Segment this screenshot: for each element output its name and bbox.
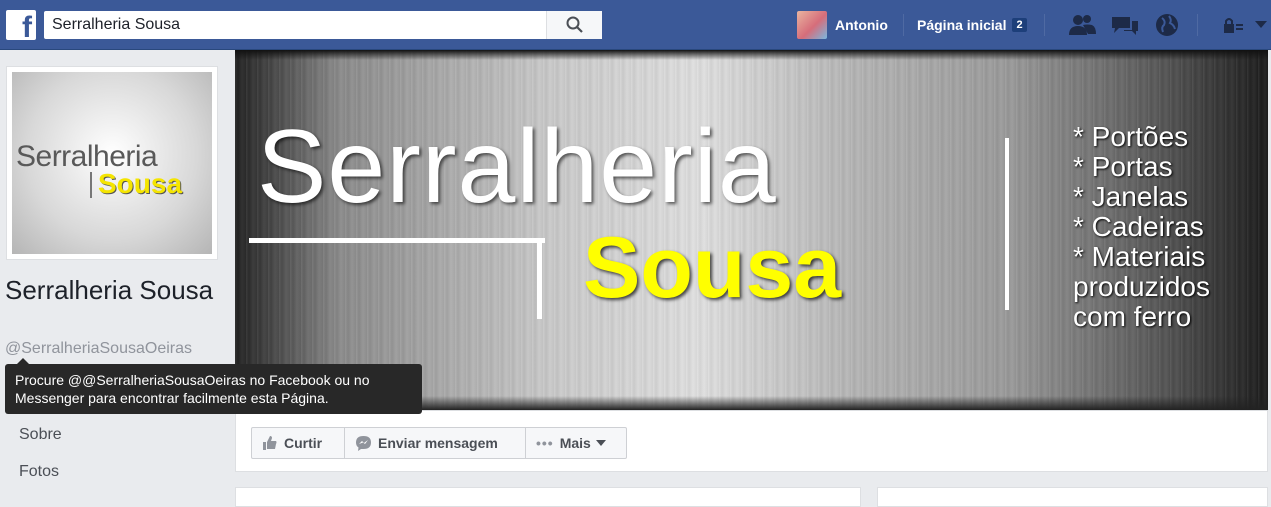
avatar bbox=[797, 11, 827, 39]
send-message-button[interactable]: Enviar mensagem bbox=[344, 427, 526, 459]
more-dots-icon: ••• bbox=[536, 435, 554, 451]
sidebar-card bbox=[877, 487, 1268, 507]
facebook-logo[interactable]: f bbox=[6, 10, 36, 44]
search-box bbox=[44, 11, 602, 39]
page-title[interactable]: Serralheria Sousa bbox=[5, 275, 225, 305]
list-item: * Janelas bbox=[1073, 181, 1189, 212]
facebook-logo-letter: f bbox=[22, 11, 32, 44]
messages-icon[interactable] bbox=[1110, 13, 1140, 37]
home-badge: 2 bbox=[1012, 18, 1027, 32]
privacy-lock-icon[interactable] bbox=[1222, 16, 1244, 36]
sidebar-item-fotos[interactable]: Fotos bbox=[19, 463, 59, 481]
top-navigation-bar: f Antonio Página inicial 2 bbox=[0, 0, 1271, 50]
more-label: Mais bbox=[559, 435, 591, 451]
chevron-down-icon[interactable] bbox=[1255, 21, 1267, 29]
divider bbox=[903, 14, 904, 36]
composer-card bbox=[235, 487, 861, 507]
page-actions-bar: Curtir Enviar mensagem ••• Mais bbox=[235, 410, 1268, 472]
divider bbox=[1197, 14, 1198, 36]
profile-logo-text-2: Sousa bbox=[98, 168, 183, 199]
list-item: com ferro bbox=[1073, 301, 1192, 332]
profile-link[interactable]: Antonio bbox=[797, 0, 888, 50]
user-name: Antonio bbox=[835, 17, 888, 33]
divider bbox=[1044, 14, 1045, 36]
cover-shade bbox=[235, 50, 1268, 60]
list-item: * Cadeiras bbox=[1073, 211, 1204, 242]
messenger-icon bbox=[356, 436, 371, 451]
home-label: Página inicial bbox=[917, 17, 1007, 33]
search-button[interactable] bbox=[546, 11, 602, 39]
profile-picture[interactable]: Serralheria Sousa bbox=[6, 66, 218, 260]
list-item: * Portas bbox=[1073, 151, 1173, 182]
list-item: produzidos bbox=[1073, 271, 1210, 302]
cover-title-1: Serralheria bbox=[257, 109, 777, 225]
like-label: Curtir bbox=[284, 435, 323, 451]
username-tooltip: Procure @@SerralheriaSousaOeiras no Face… bbox=[5, 358, 422, 414]
page-username[interactable]: @SerralheriaSousaOeiras bbox=[5, 340, 192, 358]
cover-line bbox=[249, 238, 545, 243]
like-button[interactable]: Curtir bbox=[251, 427, 345, 459]
friend-requests-icon[interactable] bbox=[1067, 13, 1097, 37]
cover-line bbox=[1005, 138, 1009, 310]
cover-services-list: * Portões * Portas * Janelas * Cadeiras … bbox=[1073, 122, 1210, 332]
cover-line bbox=[537, 243, 542, 319]
left-column: Serralheria Sousa Serralheria Sousa @Ser… bbox=[0, 50, 235, 501]
logo-bar bbox=[90, 172, 92, 198]
sidebar-item-sobre[interactable]: Sobre bbox=[19, 426, 62, 444]
search-icon bbox=[566, 16, 583, 33]
thumbs-up-icon bbox=[263, 436, 277, 450]
cover-photo[interactable]: Serralheria Sousa * Portões * Portas * J… bbox=[235, 50, 1268, 410]
home-link[interactable]: Página inicial 2 bbox=[917, 0, 1027, 50]
send-message-label: Enviar mensagem bbox=[378, 435, 498, 451]
profile-logo: Serralheria Sousa bbox=[12, 72, 212, 254]
search-input[interactable] bbox=[44, 11, 552, 39]
notifications-globe-icon[interactable] bbox=[1154, 12, 1180, 38]
more-button[interactable]: ••• Mais bbox=[525, 427, 627, 459]
list-item: * Portões bbox=[1073, 121, 1189, 152]
list-item: * Materiais bbox=[1073, 241, 1206, 272]
cover-title-2: Sousa bbox=[583, 220, 842, 316]
chevron-down-icon bbox=[595, 440, 606, 446]
